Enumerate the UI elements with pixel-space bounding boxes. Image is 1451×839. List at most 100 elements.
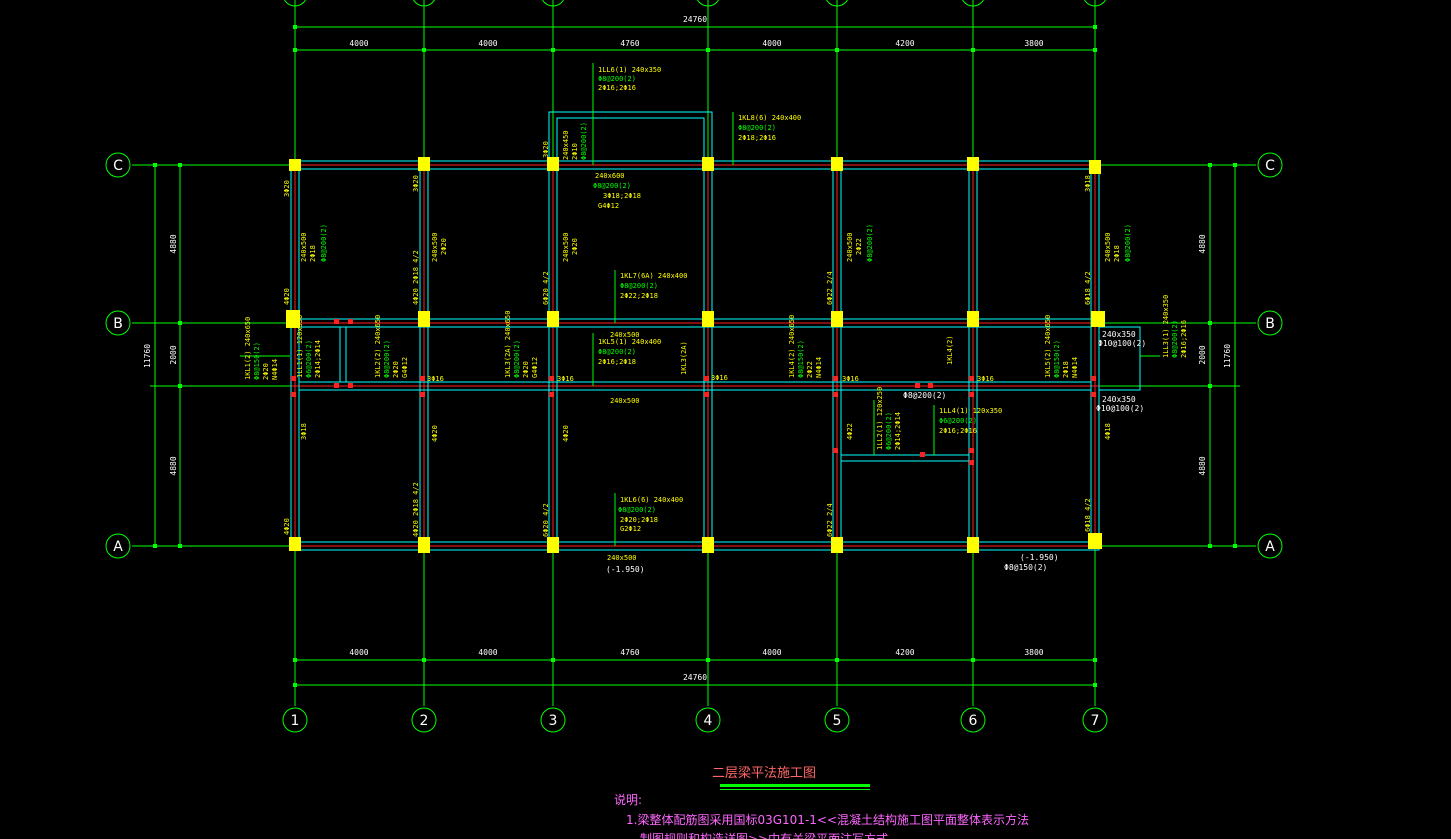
label-span-240x500-lower: 240x500: [610, 397, 640, 405]
label-v-6q18-7a: 6Φ18 4/2: [1084, 271, 1092, 305]
label-kl3-extra: G4Φ12: [531, 357, 539, 378]
label-v-top3d: 3Φ20: [542, 141, 550, 158]
label-kl8: 1KL8(6) 240x400: [738, 114, 801, 122]
label-b-3q16-1: 3Φ16: [427, 375, 444, 383]
label-v-240x500-1-stirrup: Φ8@200(2): [320, 224, 328, 262]
title-underline: [720, 784, 870, 787]
label-ll6: 1LL6(1) 240x350: [598, 66, 661, 74]
label-v-4q22-5b: 4Φ22: [846, 423, 854, 440]
label-kl7-stirrup: Φ8@200(2): [620, 282, 658, 290]
dim-top-total: 24760: [683, 15, 707, 24]
label-kl7: 1KL7(6A) 240x400: [620, 272, 687, 280]
label-v-4q20-3b: 4Φ20: [562, 425, 570, 442]
label-r-240x350-a-stirrup: Φ10@100(2): [1098, 339, 1146, 348]
label-v-top3c: 240x450: [562, 130, 570, 160]
label-stirrup-mid-right: Φ8@200(2): [903, 391, 946, 400]
label-elev-bottom-right: (-1.950): [1020, 553, 1059, 562]
dim-bottom-span-4: 4000: [762, 648, 781, 657]
label-v-3q20-1: 3Φ20: [283, 180, 291, 197]
label-kl6: 1KL6(6) 240x400: [620, 496, 683, 504]
label-elev-bottom-left: (-1.950): [606, 565, 645, 574]
label-ll4-stirrup: Φ6@200(2): [939, 417, 977, 425]
title-underline-thin: [720, 789, 870, 790]
dim-bottom-span-3: 4760: [620, 648, 639, 657]
label-stirrup-bottom-right: Φ8@150(2): [1004, 563, 1047, 572]
label-v-240x500-5: 240x500: [846, 232, 854, 262]
label-kl4-2: 1KL4(2): [946, 335, 954, 365]
label-v-240x500-7-bars: 2Φ18: [1113, 245, 1121, 262]
label-ll2-stirrup: Φ6@200(2): [885, 412, 893, 450]
label-v-240x500-1-bars: 2Φ18: [309, 245, 317, 262]
label-ll6-stirrup: Φ8@200(2): [598, 75, 636, 83]
label-span-240x600-extra: G4Φ12: [598, 202, 619, 210]
label-b-3q16-5: 3Φ16: [977, 375, 994, 383]
label-r-240x350-b: 240x350: [1102, 395, 1136, 404]
dim-bottom-span-6: 3800: [1024, 648, 1043, 657]
label-v-240x500-3-bars: 2Φ20: [571, 238, 579, 255]
grid-label-col-2: 2: [420, 713, 429, 729]
label-v-240x500-7-stirrup: Φ8@200(2): [1124, 224, 1132, 262]
label-v-6q20-3a: 6Φ20 4/2: [542, 271, 550, 305]
label-span-240x500-bottom: 240x500: [607, 554, 637, 562]
label-kl1-extra: N4Φ14: [271, 359, 279, 380]
label-kl3-2: 1KL3(2A): [680, 341, 688, 375]
canvas-background: [0, 0, 1451, 839]
label-kl8-stirrup: Φ8@200(2): [738, 124, 776, 132]
label-kl2: 1KL2(2) 240x650: [374, 315, 382, 378]
label-v-4q20-2a: 4Φ20 2Φ18 4/2: [412, 250, 420, 305]
dim-bottom-span-1: 4000: [349, 648, 368, 657]
label-kl8-bars: 2Φ18;2Φ16: [738, 134, 776, 142]
notes-heading: 说明:: [614, 792, 642, 807]
label-kl6-stirrup: Φ8@200(2): [618, 506, 656, 514]
label-v-4q18-7b: 4Φ18: [1104, 423, 1112, 440]
label-ll1: 1LL1(1) 120x350: [296, 315, 304, 378]
label-kl2-bars: 2Φ20: [392, 361, 400, 378]
label-kl5-bars: 2Φ16;2Φ18: [598, 358, 636, 366]
label-kl5b-bars: 2Φ18: [1062, 361, 1070, 378]
label-kl6-bars: 2Φ20;2Φ18: [620, 516, 658, 524]
label-kl2-stirrup: Φ8@200(2): [383, 340, 391, 378]
label-ll1-bars: 2Φ14;2Φ14: [314, 340, 322, 378]
label-b-3q16-2: 3Φ16: [557, 375, 574, 383]
grid-label-row-c-right: C: [1265, 158, 1275, 174]
dim-right-span-2: 2000: [1198, 345, 1207, 364]
label-kl3-stirrup: Φ8@200(2): [513, 340, 521, 378]
label-v-6q22-5b: 6Φ22 2/4: [826, 503, 834, 537]
grid-label-col-1: 1: [291, 713, 300, 729]
label-kl7-bars: 2Φ22;2Φ18: [620, 292, 658, 300]
dim-top-span-6: 3800: [1024, 39, 1043, 48]
label-r-240x350-b-stirrup: Φ10@100(2): [1096, 404, 1144, 413]
grid-label-row-a-right: A: [1265, 539, 1275, 555]
label-ll1-stirrup: Φ6@200(2): [305, 340, 313, 378]
dim-left-span-2: 2000: [169, 345, 178, 364]
label-kl5b-stirrup: Φ8@150(2): [1053, 340, 1061, 378]
grid-label-col-6: 6: [969, 713, 978, 729]
label-kl4-stirrup: Φ8@150(2): [797, 340, 805, 378]
label-v-6q22-5a: 6Φ22 2/4: [826, 271, 834, 305]
label-v-240x500-5-bars: 2Φ22: [855, 238, 863, 255]
label-v-240x500-3: 240x500: [562, 232, 570, 262]
label-v-top3: 2Φ10: [571, 143, 579, 160]
dim-bottom-total: 24760: [683, 673, 707, 682]
label-ll2-bars: 2Φ14;2Φ14: [894, 412, 902, 450]
dim-top-span-3: 4760: [620, 39, 639, 48]
beam-plan-drawing: 1 2 3 4 5 6 7 C B A C B A 24760 4000 400…: [0, 0, 1451, 839]
label-ll4-bars: 2Φ16;2Φ16: [939, 427, 977, 435]
label-kl1-bars: 2Φ20: [262, 363, 270, 380]
label-v-6q20-3b: 6Φ20 4/2: [542, 503, 550, 537]
dim-right-span-1: 4880: [1198, 234, 1207, 253]
label-v-240x500-1: 240x500: [300, 232, 308, 262]
dim-top-span-1: 4000: [349, 39, 368, 48]
dim-left-total: 11760: [143, 344, 152, 368]
grid-label-row-b-right: B: [1265, 316, 1275, 332]
label-v-3q20-2: 3Φ20: [412, 175, 420, 192]
label-kl5-stirrup: Φ8@200(2): [598, 348, 636, 356]
label-kl5b: 1KL5(2) 240x650: [1044, 315, 1052, 378]
dim-bottom-span-2: 4000: [478, 648, 497, 657]
label-kl3: 1KL3(2A) 240x650: [504, 311, 512, 378]
grid-label-row-b-left: B: [113, 316, 123, 332]
label-kl1: 1KL1(2) 240x650: [244, 317, 252, 380]
label-kl1-stirrup: Φ8@150(2): [253, 342, 261, 380]
grid-label-col-7: 7: [1091, 713, 1100, 729]
label-v-240x500-2: 240x500: [431, 232, 439, 262]
